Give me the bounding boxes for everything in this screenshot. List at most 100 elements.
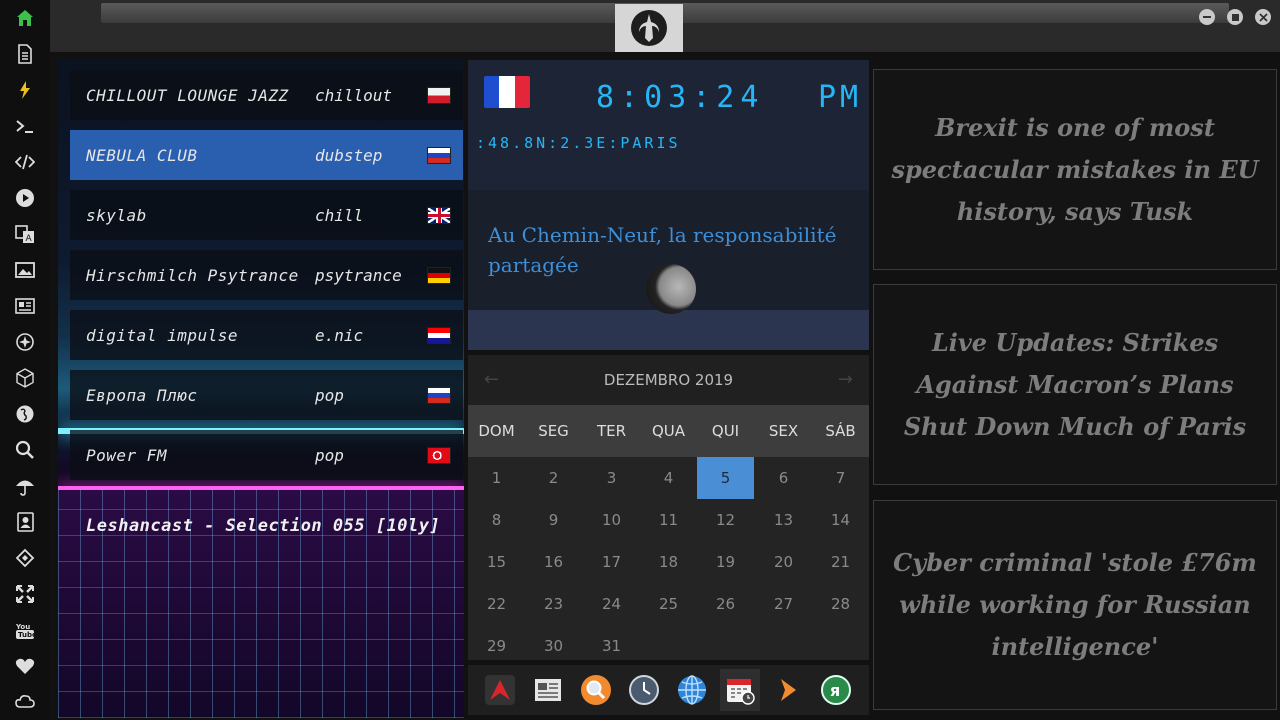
calendar-day[interactable]: 4 xyxy=(640,457,697,499)
calendar-day[interactable]: 26 xyxy=(697,583,754,625)
calendar-day[interactable]: 7 xyxy=(812,457,869,499)
station-row[interactable]: Hirschmilch Psytrance psytrance xyxy=(70,250,463,300)
web-browser-icon[interactable] xyxy=(672,669,712,711)
news-title: Live Updates: Strikes Against Macron’s P… xyxy=(903,327,1247,441)
station-row[interactable]: skylab chill xyxy=(70,190,463,240)
weekday-label: DOM xyxy=(478,422,515,440)
flag-croatia-icon xyxy=(427,326,451,344)
calendar-day[interactable]: 27 xyxy=(755,583,812,625)
calendar-day[interactable]: 31 xyxy=(583,625,640,667)
station-row[interactable]: digital impulse e.nic xyxy=(70,310,463,360)
arrow-play-icon[interactable] xyxy=(768,669,808,711)
maximize-button[interactable] xyxy=(1227,9,1243,25)
cloud-icon[interactable] xyxy=(13,690,37,714)
weekday-label: QUI xyxy=(711,422,740,440)
station-name: Европа Плюс xyxy=(86,385,198,405)
calendar-day[interactable]: 1 xyxy=(468,457,525,499)
calendar-day[interactable]: 28 xyxy=(812,583,869,625)
news-title: Brexit is one of most spectacular mistak… xyxy=(891,112,1259,226)
newspaper-icon[interactable] xyxy=(528,669,568,711)
radio-panel: CHILLOUT LOUNGE JAZZ chillout NEBULA CLU… xyxy=(58,60,464,718)
artix-icon[interactable] xyxy=(480,669,520,711)
calendar-day[interactable]: 23 xyxy=(525,583,582,625)
prev-month-icon[interactable]: ← xyxy=(484,369,499,390)
now-playing-title: Leshancast - Selection 055 [10ly] xyxy=(86,516,441,536)
station-row[interactable]: Power FM pop xyxy=(70,430,463,480)
days-grid: 1 2 3 4 5 6 7 8 9 10 11 12 13 14 15 16 17 18 19 20 21 22 23 24 2… xyxy=(468,457,869,660)
calendar-day[interactable]: 14 xyxy=(812,499,869,541)
galaxy-icon[interactable] xyxy=(13,330,37,354)
svg-text:Tube: Tube xyxy=(18,631,35,639)
calendar-day[interactable]: 3 xyxy=(583,457,640,499)
clock-icon[interactable] xyxy=(624,669,664,711)
flag-poland-icon xyxy=(427,86,451,104)
calendar-header: ← DEZEMBRO 2019 → xyxy=(468,355,869,405)
calendar-day[interactable]: 20 xyxy=(755,541,812,583)
yandex-icon[interactable]: я xyxy=(816,669,856,711)
calendar-day[interactable]: 15 xyxy=(468,541,525,583)
station-genre: chillout xyxy=(315,85,393,105)
bolt-icon[interactable] xyxy=(13,78,37,102)
umbrella-icon[interactable] xyxy=(13,474,37,498)
play-icon[interactable] xyxy=(13,186,37,210)
contacts-icon[interactable] xyxy=(13,510,37,534)
news-card[interactable]: Cyber criminal 'stole £76m while working… xyxy=(873,500,1277,710)
calendar-day[interactable]: 24 xyxy=(583,583,640,625)
close-button[interactable] xyxy=(1255,9,1271,25)
svg-text:A: A xyxy=(26,234,33,244)
calendar-day[interactable]: 11 xyxy=(640,499,697,541)
youtube-icon[interactable]: You Tube xyxy=(13,618,37,642)
terminal-icon[interactable] xyxy=(13,114,37,138)
heart-icon[interactable] xyxy=(13,654,37,678)
calendar-day[interactable]: 2 xyxy=(525,457,582,499)
expand-icon[interactable] xyxy=(13,582,37,606)
cube-icon[interactable] xyxy=(13,366,37,390)
calendar-day[interactable]: 18 xyxy=(640,541,697,583)
calendar-day[interactable]: 30 xyxy=(525,625,582,667)
flag-russia-icon xyxy=(427,386,451,404)
image-icon[interactable] xyxy=(13,258,37,282)
rebel-alliance-icon[interactable] xyxy=(615,4,683,52)
news-icon[interactable] xyxy=(13,294,37,318)
calendar-day[interactable]: 12 xyxy=(697,499,754,541)
news-card[interactable]: Brexit is one of most spectacular mistak… xyxy=(873,69,1277,270)
calendar-day[interactable]: 22 xyxy=(468,583,525,625)
calendar-day[interactable]: 29 xyxy=(468,625,525,667)
news-title: Cyber criminal 'stole £76m while working… xyxy=(893,548,1257,661)
news-card[interactable]: Live Updates: Strikes Against Macron’s P… xyxy=(873,284,1277,485)
calendar-day[interactable]: 25 xyxy=(640,583,697,625)
calendar-day-today[interactable]: 5 xyxy=(697,457,754,499)
minimize-button[interactable] xyxy=(1199,9,1215,25)
calendar-day[interactable]: 17 xyxy=(583,541,640,583)
next-month-icon[interactable]: → xyxy=(838,369,853,390)
home-icon[interactable] xyxy=(13,6,37,30)
station-row[interactable]: NEBULA CLUB dubstep xyxy=(70,130,463,180)
clock-time: 8:03:24 xyxy=(596,80,765,115)
calendar-day[interactable]: 19 xyxy=(697,541,754,583)
diamond-icon[interactable] xyxy=(13,546,37,570)
svg-text:You: You xyxy=(15,623,30,631)
flag-germany-icon xyxy=(427,266,451,284)
station-row[interactable]: CHILLOUT LOUNGE JAZZ chillout xyxy=(70,70,463,120)
weekday-label: SEX xyxy=(768,422,799,440)
calendar-day[interactable]: 9 xyxy=(525,499,582,541)
calendar-day[interactable]: 8 xyxy=(468,499,525,541)
translate-icon[interactable]: A xyxy=(13,222,37,246)
calendar-day[interactable]: 16 xyxy=(525,541,582,583)
globe-icon[interactable] xyxy=(13,402,37,426)
headline-footer-band xyxy=(468,310,869,350)
station-name: Power FM xyxy=(86,445,168,465)
calendar-day[interactable]: 21 xyxy=(812,541,869,583)
station-row[interactable]: Европа Плюс pop xyxy=(70,370,463,420)
station-name: NEBULA CLUB xyxy=(86,145,198,165)
code-icon[interactable] xyxy=(13,150,37,174)
calendar-day[interactable]: 13 xyxy=(755,499,812,541)
magnifier-icon[interactable] xyxy=(576,669,616,711)
calendar-icon[interactable] xyxy=(720,669,760,711)
calendar-day[interactable]: 6 xyxy=(755,457,812,499)
flag-uk-icon xyxy=(427,206,451,224)
document-icon[interactable] xyxy=(13,42,37,66)
search-icon[interactable] xyxy=(13,438,37,462)
station-name: Hirschmilch Psytrance xyxy=(86,265,299,285)
calendar-day[interactable]: 10 xyxy=(583,499,640,541)
